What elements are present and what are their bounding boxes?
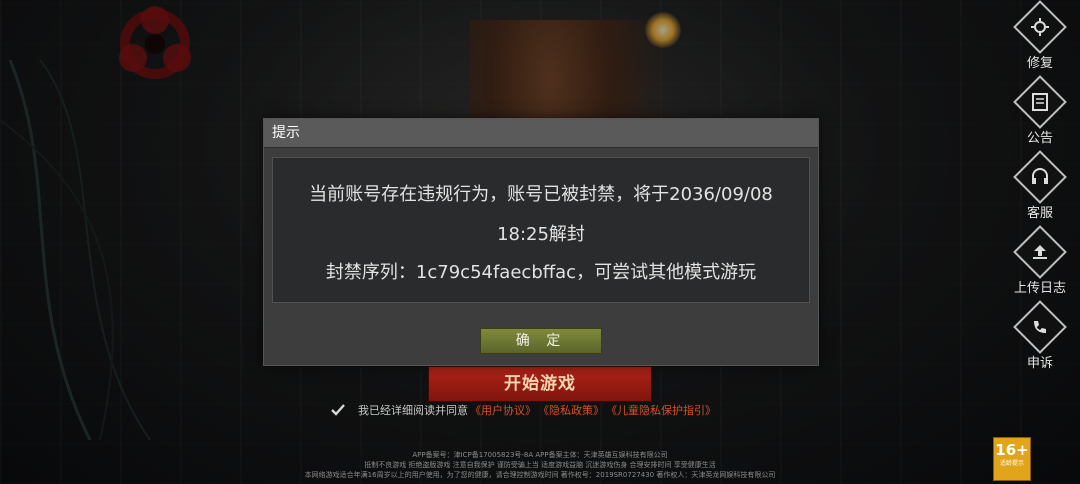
notice-icon	[1032, 93, 1048, 111]
user-agreement-link[interactable]: 《用户协议》	[470, 402, 536, 418]
menu-item-notice[interactable]: 公告	[1000, 75, 1080, 146]
privacy-policy-link[interactable]: 《隐私政策》	[538, 402, 604, 418]
menu-label-upload-log: 上传日志	[1013, 281, 1066, 296]
dialog-message-line-2: 18:25解封	[497, 224, 585, 245]
appeal-badge	[1013, 300, 1067, 354]
agreement-row: 我已经详细阅读并同意 《用户协议》 《隐私政策》 《儿童隐私保护指引》	[330, 402, 716, 418]
footer-line-2: 抵制不良游戏 拒绝盗版游戏 注意自我保护 谨防受骗上当 适度游戏益脑 沉迷游戏伤…	[364, 461, 716, 469]
age-rating-badge: 16+ 适龄提示	[993, 437, 1031, 481]
repair-badge	[1013, 0, 1067, 54]
agreement-text: 我已经详细阅读并同意	[358, 404, 468, 417]
ban-notice-dialog: 提示 当前账号存在违规行为，账号已被封禁，将于2036/09/08 18:25解…	[263, 118, 819, 366]
notice-badge	[1013, 75, 1067, 129]
footer-line-1: APP备案号：津ICP备17005823号-8A APP备案主体：天津英雄互娱科…	[412, 451, 668, 459]
menu-item-support[interactable]: 客服	[1000, 150, 1080, 221]
headset-icon	[1032, 168, 1048, 184]
support-badge	[1013, 150, 1067, 204]
checkbox-checked-icon[interactable]	[330, 402, 346, 418]
appeal-icon	[1034, 321, 1046, 333]
footer-line-3: 本网络游戏适合年满16周岁以上的用户使用，为了您的健康，请合理控制游戏时间 著作…	[304, 471, 776, 479]
menu-item-upload-log[interactable]: 上传日志	[1000, 225, 1080, 296]
dialog-message-line-1: 当前账号存在违规行为，账号已被封禁，将于2036/09/08	[309, 184, 773, 205]
menu-item-appeal[interactable]: 申诉	[1000, 300, 1080, 371]
side-menu: 修复 公告 客服 上传日志 申诉	[1000, 0, 1080, 380]
dialog-message-box: 当前账号存在违规行为，账号已被封禁，将于2036/09/08 18:25解封 封…	[272, 157, 810, 303]
menu-label-notice: 公告	[1026, 131, 1053, 146]
child-privacy-link[interactable]: 《儿童隐私保护指引》	[606, 402, 716, 418]
upload-badge	[1013, 225, 1067, 279]
confirm-button[interactable]: 确 定	[480, 328, 602, 354]
start-game-button[interactable]: 开始游戏	[428, 366, 652, 402]
menu-label-appeal: 申诉	[1026, 356, 1053, 371]
menu-label-support: 客服	[1026, 206, 1053, 221]
age-rating-caption: 适龄提示	[999, 460, 1024, 467]
upload-icon	[1033, 245, 1047, 259]
age-rating-value: 16+	[995, 441, 1029, 459]
dialog-message-line-3: 封禁序列：1c79c54faecbffac，可尝试其他模式游玩	[325, 262, 757, 283]
gear-icon	[1031, 18, 1049, 36]
menu-label-repair: 修复	[1026, 56, 1053, 71]
menu-item-repair[interactable]: 修复	[1000, 0, 1080, 71]
dialog-title: 提示	[264, 119, 818, 148]
